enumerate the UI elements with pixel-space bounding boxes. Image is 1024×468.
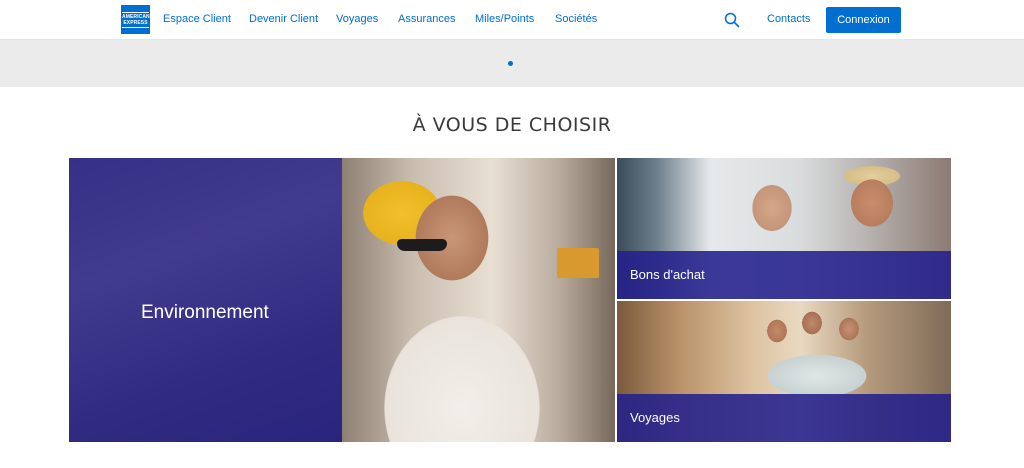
tile-environnement[interactable]: Environnement [69,158,615,442]
nav-societes[interactable]: Sociétés [555,13,597,25]
nav-assurances[interactable]: Assurances [398,13,455,25]
amex-logo[interactable]: AMERICAN EXPRESS [121,5,150,34]
tile-overlay [69,158,342,442]
tile-label-voyages: Voyages [630,410,680,425]
carousel-dot-active[interactable] [508,61,513,66]
nav-miles-points[interactable]: Miles/Points [475,13,534,25]
carousel-banner [0,40,1024,87]
nav-voyages[interactable]: Voyages [336,13,378,25]
nav-devenir-client[interactable]: Devenir Client [249,13,318,25]
section-title: À VOUS DE CHOISIR [412,114,612,136]
tile-bons-achat[interactable]: Bons d'achat [617,158,951,299]
login-button[interactable]: Connexion [826,7,901,33]
tile-caption-bar: Bons d'achat [617,251,951,299]
search-icon[interactable] [724,12,740,28]
tile-voyages[interactable]: Voyages [617,301,951,442]
sunglasses-detail [397,239,447,251]
tile-label-environnement: Environnement [141,302,269,323]
tile-caption-bar: Voyages [617,394,951,442]
contacts-link[interactable]: Contacts [767,13,810,25]
top-navigation-bar: AMERICAN EXPRESS Espace Client Devenir C… [0,0,1024,40]
logo-text: AMERICAN EXPRESS [122,12,150,28]
tile-label-bons-achat: Bons d'achat [630,267,705,282]
father-child-photo [342,158,615,442]
shop-sign-detail [557,248,599,278]
nav-espace-client[interactable]: Espace Client [163,13,231,25]
